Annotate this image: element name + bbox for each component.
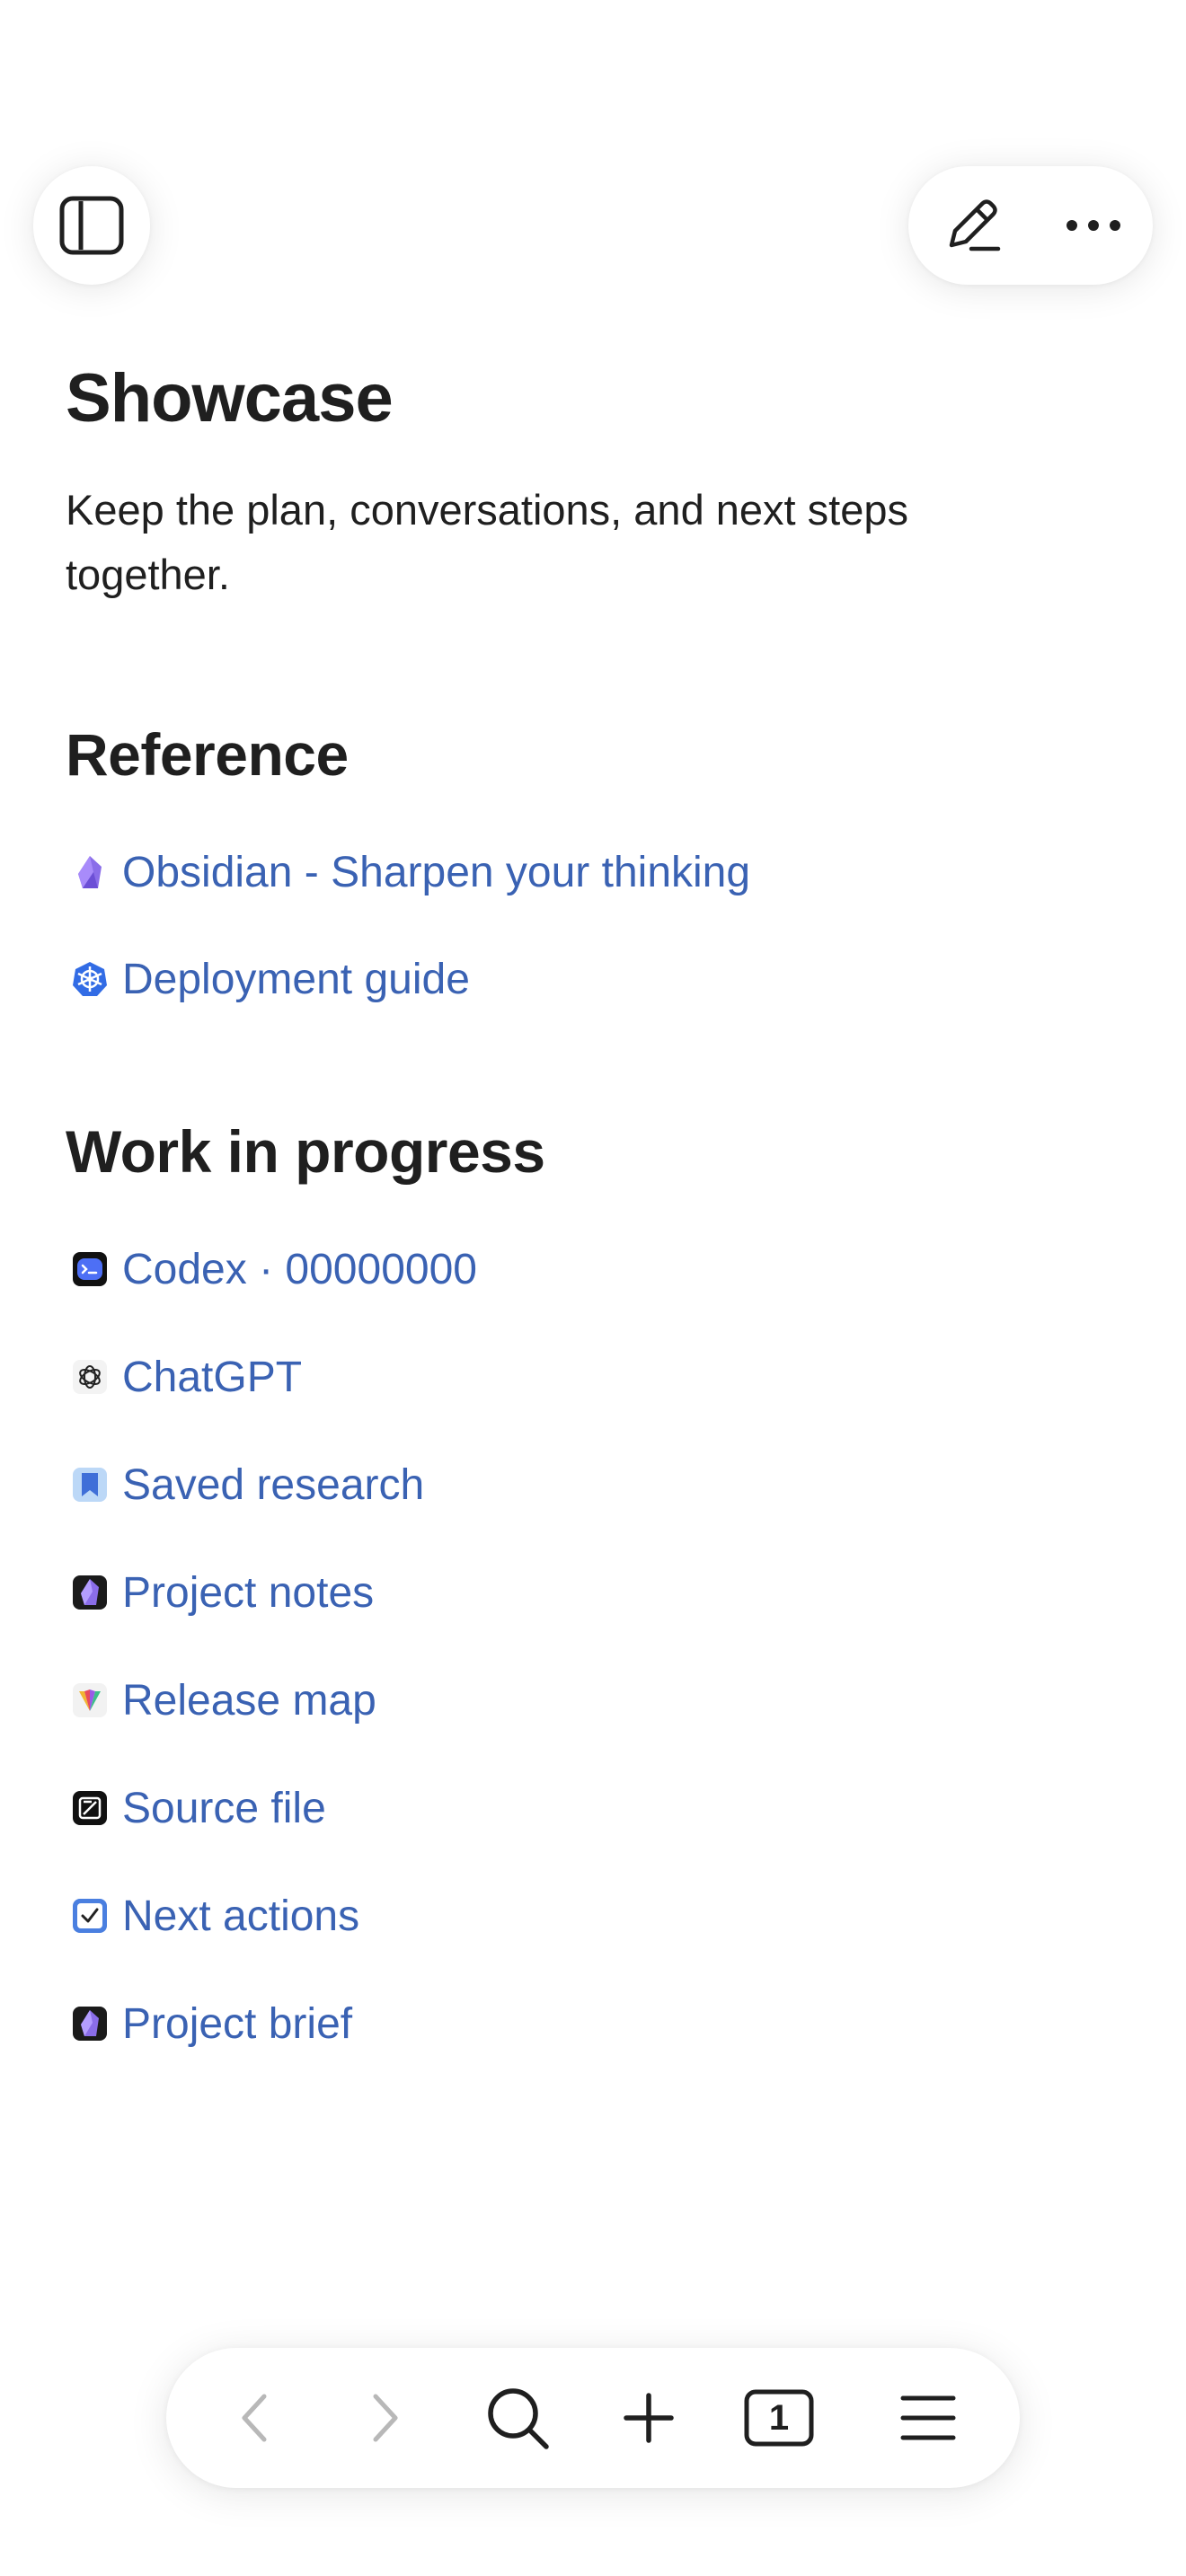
link-label: Project notes [122, 1568, 375, 1617]
link-label: Deployment guide [122, 955, 470, 1003]
editor-icon [72, 1790, 108, 1826]
search-icon [488, 2388, 549, 2449]
menu-icon [900, 2395, 956, 2440]
link-source-file[interactable]: Source file [72, 1777, 326, 1839]
multicolor-app-icon [72, 1682, 108, 1718]
link-label: Project brief [122, 1999, 353, 2048]
back-button[interactable] [210, 2348, 300, 2488]
forward-button[interactable] [340, 2348, 429, 2488]
link-chatgpt[interactable]: ChatGPT [72, 1345, 302, 1408]
sidebar-toggle-icon [59, 196, 124, 255]
checkbox-icon [72, 1898, 108, 1934]
codex-icon [72, 1251, 108, 1287]
tabs-icon: 1 [744, 2389, 814, 2447]
forward-icon [373, 2394, 398, 2442]
link-label: Next actions [122, 1892, 360, 1940]
link-project-brief[interactable]: Project brief [72, 1992, 352, 2055]
ellipsis-icon [1067, 220, 1120, 231]
page-title: Showcase [66, 360, 394, 437]
sidebar-toggle-button[interactable] [33, 166, 150, 285]
link-release-map[interactable]: Release map [72, 1669, 376, 1732]
link-label: Codex · 00000000 [122, 1245, 477, 1293]
link-codex[interactable]: Codex · 00000000 [72, 1238, 477, 1301]
section-heading-work-in-progress: Work in progress [66, 1118, 545, 1185]
plus-icon [624, 2393, 674, 2443]
section-heading-reference: Reference [66, 721, 349, 788]
link-obsidian[interactable]: Obsidian - Sharpen your thinking [72, 841, 750, 904]
link-project-notes[interactable]: Project notes [72, 1561, 374, 1624]
obsidian-dark-icon [72, 1575, 108, 1610]
menu-button[interactable] [883, 2348, 973, 2488]
search-button[interactable] [473, 2348, 562, 2488]
link-deployment-guide[interactable]: Deployment guide [72, 948, 470, 1010]
more-button[interactable] [1065, 216, 1122, 234]
edit-button[interactable] [939, 193, 1004, 258]
bookmark-icon [72, 1467, 108, 1503]
tab-count: 1 [768, 2397, 790, 2438]
link-label: Saved research [122, 1460, 425, 1509]
link-next-actions[interactable]: Next actions [72, 1884, 359, 1947]
obsidian-dark-icon [72, 2006, 108, 2042]
link-label: Obsidian - Sharpen your thinking [122, 848, 751, 896]
link-saved-research[interactable]: Saved research [72, 1453, 424, 1516]
new-tab-button[interactable] [604, 2348, 694, 2488]
page-description: Keep the plan, conversations, and next s… [66, 486, 909, 598]
tabs-button[interactable]: 1 [734, 2348, 824, 2488]
link-label: Source file [122, 1784, 326, 1832]
header-actions [908, 166, 1153, 285]
kubernetes-icon [72, 961, 108, 997]
link-label: ChatGPT [122, 1353, 303, 1401]
back-icon [242, 2394, 267, 2442]
openai-icon [72, 1359, 108, 1395]
obsidian-icon [72, 854, 108, 890]
pencil-icon [949, 199, 1001, 251]
bottom-toolbar: 1 [166, 2348, 1020, 2488]
link-label: Release map [122, 1676, 376, 1725]
